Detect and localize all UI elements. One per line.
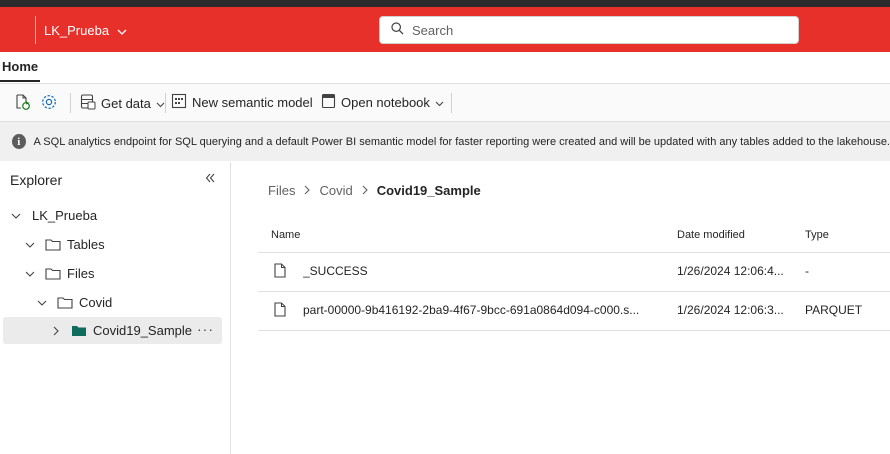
chevron-down-icon xyxy=(156,96,165,111)
column-header-name[interactable]: Name xyxy=(271,229,300,241)
semantic-model-icon xyxy=(171,93,187,112)
chevron-down-icon xyxy=(24,271,36,277)
open-notebook-label: Open notebook xyxy=(341,95,430,110)
chevron-right-icon xyxy=(304,183,311,198)
folder-icon xyxy=(45,267,61,280)
tree-item-label: Covid xyxy=(79,295,113,310)
tree-item-label: Files xyxy=(67,266,95,281)
explorer-title: Explorer xyxy=(10,172,63,188)
chevron-down-icon xyxy=(117,23,127,38)
folder-icon xyxy=(57,296,73,309)
file-type: - xyxy=(805,264,809,278)
tree-item-tables[interactable]: Tables xyxy=(3,231,243,258)
header-divider xyxy=(35,16,36,44)
window-top-strip xyxy=(0,0,890,7)
toolbar-separator xyxy=(451,93,452,113)
folder-filled-icon xyxy=(71,324,87,337)
breadcrumb-files[interactable]: Files xyxy=(268,183,295,198)
tree-item-covid19-sample[interactable]: Covid19_Sample ··· xyxy=(3,317,222,344)
tree-item-files[interactable]: Files xyxy=(3,260,243,287)
chevron-down-icon xyxy=(24,242,36,248)
toolbar-separator xyxy=(165,93,166,113)
search-icon xyxy=(380,22,404,38)
file-date-modified: 1/26/2024 12:06:3... xyxy=(677,303,784,317)
new-semantic-model-label: New semantic model xyxy=(192,95,313,110)
tree-item-lakehouse[interactable]: LK_Prueba xyxy=(3,202,229,229)
file-name: _SUCCESS xyxy=(303,264,368,278)
search-box[interactable] xyxy=(379,16,799,44)
folder-icon xyxy=(45,238,61,251)
info-banner-text: A SQL analytics endpoint for SQL queryin… xyxy=(33,135,890,148)
explorer-pane: Explorer LK_Prueba Tables Files Covid Co… xyxy=(0,162,231,454)
info-banner: i A SQL analytics endpoint for SQL query… xyxy=(0,122,890,161)
chevron-down-icon xyxy=(10,213,22,219)
tree-item-label: Tables xyxy=(67,237,105,252)
database-icon xyxy=(80,93,96,113)
breadcrumb-current: Covid19_Sample xyxy=(376,183,481,198)
gear-icon xyxy=(40,93,58,114)
file-date-modified: 1/26/2024 12:06:4... xyxy=(677,264,784,278)
info-icon: i xyxy=(12,134,26,149)
column-header-type[interactable]: Type xyxy=(805,229,829,241)
table-header: Name Date modified Type xyxy=(258,222,890,253)
get-data-button[interactable]: Get data xyxy=(80,93,165,113)
file-name: part-00000-9b416192-2ba9-4f67-9bcc-691a0… xyxy=(303,303,640,317)
breadcrumb: Files Covid Covid19_Sample xyxy=(268,183,481,198)
new-semantic-model-button[interactable]: New semantic model xyxy=(171,93,313,112)
table-row[interactable]: _SUCCESS 1/26/2024 12:06:4... - xyxy=(258,253,890,292)
more-options-icon[interactable]: ··· xyxy=(197,321,214,337)
chevron-down-icon xyxy=(36,300,48,306)
get-data-label: Get data xyxy=(101,95,151,111)
table-row[interactable]: part-00000-9b416192-2ba9-4f67-9bcc-691a0… xyxy=(258,292,890,331)
column-header-date[interactable]: Date modified xyxy=(677,229,745,241)
tree-item-covid[interactable]: Covid xyxy=(3,289,255,316)
notebook-icon xyxy=(321,93,336,112)
workspace-name: LK_Prueba xyxy=(44,23,110,38)
file-type: PARQUET xyxy=(805,303,863,317)
file-icon xyxy=(274,302,286,320)
refresh-button[interactable] xyxy=(13,93,31,114)
chevron-down-icon xyxy=(435,95,444,110)
chevron-right-icon xyxy=(50,326,62,336)
chevron-right-icon xyxy=(362,183,368,198)
tab-home[interactable]: Home xyxy=(2,59,38,74)
ribbon-tabs: Home xyxy=(0,52,890,84)
refresh-icon xyxy=(13,93,31,114)
tree-item-label: LK_Prueba xyxy=(32,208,98,223)
workspace-switcher[interactable]: LK_Prueba xyxy=(44,23,127,38)
breadcrumb-covid[interactable]: Covid xyxy=(319,183,352,198)
file-browser: Files Covid Covid19_Sample Name Date mod… xyxy=(231,162,890,454)
double-chevron-left-icon xyxy=(204,173,216,187)
toolbar-separator xyxy=(70,93,71,113)
ribbon-toolbar: Get data New semantic model Open noteboo… xyxy=(0,84,890,122)
tree-item-label: Covid19_Sample xyxy=(93,323,193,338)
collapse-pane-button[interactable] xyxy=(204,172,216,187)
open-notebook-button[interactable]: Open notebook xyxy=(321,93,444,112)
search-input[interactable] xyxy=(410,21,784,39)
active-tab-indicator xyxy=(0,80,40,82)
settings-button[interactable] xyxy=(40,93,58,114)
file-icon xyxy=(274,263,286,281)
